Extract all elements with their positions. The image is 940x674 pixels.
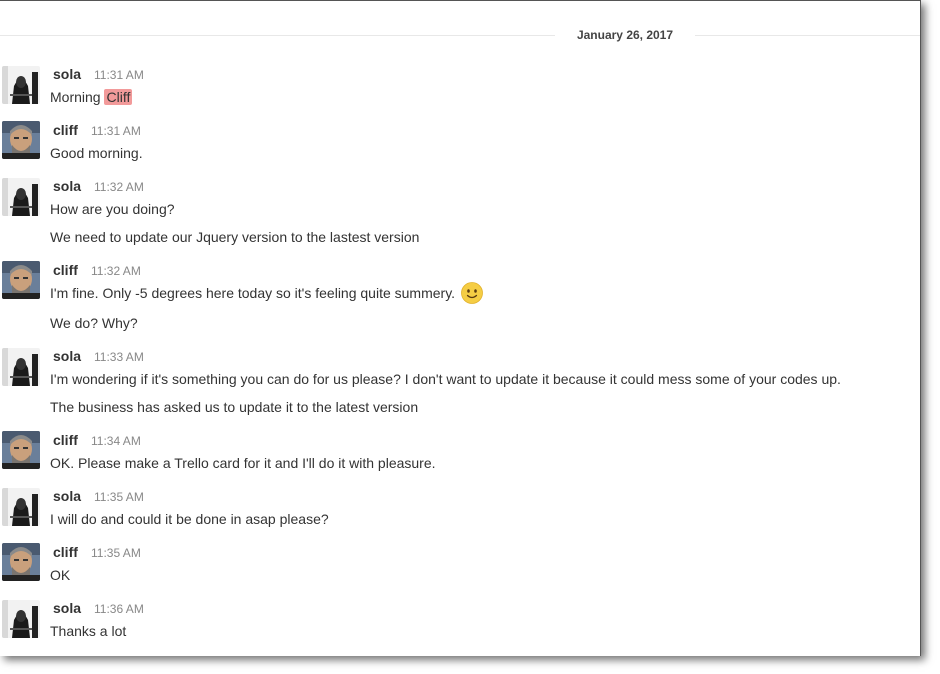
message-author[interactable]: sola — [53, 487, 81, 505]
message-timestamp[interactable]: 11:32 AM — [91, 262, 141, 280]
message-text: Good morning. — [50, 145, 143, 161]
chat-window: January 26, 2017 sola 11:31 AM Morning C… — [0, 0, 921, 656]
message-timestamp[interactable]: 11:35 AM — [94, 488, 144, 506]
avatar-cliff[interactable] — [2, 543, 40, 581]
message-text: OK — [50, 567, 71, 583]
message-text-segment: I'm fine. Only -5 degrees here today so … — [50, 285, 456, 301]
message-text: Morning Cliff — [50, 87, 133, 107]
message-text-segment: Morning — [50, 89, 101, 105]
message-timestamp[interactable]: 11:35 AM — [91, 544, 141, 562]
message-timestamp[interactable]: 11:31 AM — [91, 122, 141, 140]
avatar-sola[interactable] — [2, 66, 40, 104]
message-author[interactable]: cliff — [53, 121, 78, 139]
divider-line — [0, 35, 555, 36]
message-text: OK. Please make a Trello card for it and… — [50, 455, 436, 471]
message-timestamp[interactable]: 11:33 AM — [94, 348, 144, 366]
message-text: How are you doing? — [50, 201, 175, 217]
date-divider: January 26, 2017 — [0, 26, 920, 44]
avatar-sola[interactable] — [2, 600, 40, 638]
message-text: I will do and could it be done in asap p… — [50, 511, 329, 527]
message-author[interactable]: sola — [53, 177, 81, 195]
avatar-cliff[interactable] — [2, 121, 40, 159]
message-author[interactable]: sola — [53, 65, 81, 83]
message-text: I'm fine. Only -5 degrees here today so … — [50, 281, 483, 304]
message-timestamp[interactable]: 11:31 AM — [94, 66, 144, 84]
avatar-cliff[interactable] — [2, 261, 40, 299]
divider-line — [695, 35, 920, 36]
message-text: I'm wondering if it's something you can … — [50, 371, 841, 387]
message-author[interactable]: sola — [53, 599, 81, 617]
message-timestamp[interactable]: 11:34 AM — [91, 432, 141, 450]
message-text: The business has asked us to update it t… — [50, 399, 419, 415]
message-timestamp[interactable]: 11:32 AM — [94, 178, 144, 196]
avatar-cliff[interactable] — [2, 431, 40, 469]
message-text: We do? Why? — [50, 315, 138, 331]
avatar-sola[interactable] — [2, 178, 40, 216]
message-timestamp[interactable]: 11:36 AM — [94, 600, 144, 618]
message-text: Thanks a lot — [50, 623, 127, 639]
message-text: We need to update our Jquery version to … — [50, 229, 420, 245]
avatar-sola[interactable] — [2, 348, 40, 386]
message-author[interactable]: cliff — [53, 543, 78, 561]
avatar-sola[interactable] — [2, 488, 40, 526]
message-author[interactable]: cliff — [53, 431, 78, 449]
user-mention[interactable]: Cliff — [104, 89, 133, 105]
slightly-smiling-face-icon — [461, 281, 483, 304]
message-author[interactable]: sola — [53, 347, 81, 365]
date-label: January 26, 2017 — [576, 28, 674, 42]
message-author[interactable]: cliff — [53, 261, 78, 279]
